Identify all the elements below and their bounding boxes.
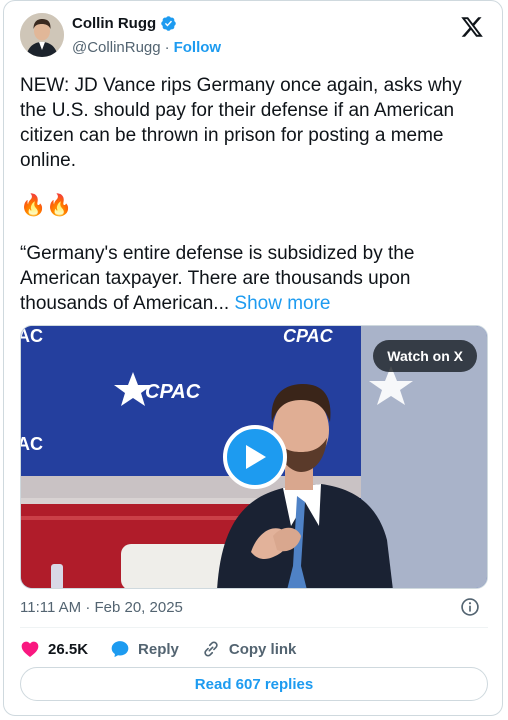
info-icon[interactable]: [460, 597, 480, 617]
tweet-quote: “Germany's entire defense is subsidized …: [20, 241, 488, 316]
link-icon: [204, 641, 218, 657]
show-more-link[interactable]: Show more: [234, 293, 330, 314]
author-name-row: Collin Rugg: [72, 15, 177, 32]
backdrop-fragment-top: AC: [21, 326, 43, 346]
author-name[interactable]: Collin Rugg: [72, 15, 156, 32]
watch-on-x-button[interactable]: Watch on X: [373, 340, 477, 372]
play-button[interactable]: [223, 425, 287, 489]
video-thumbnail[interactable]: CPAC AC AC CPAC Watch on X: [20, 325, 488, 589]
follow-button[interactable]: Follow: [174, 39, 222, 56]
reply-label: Reply: [138, 640, 179, 658]
avatar[interactable]: [20, 13, 64, 57]
action-bar: 26.5K Reply Copy link: [20, 637, 318, 661]
handle-separator: ·: [164, 39, 170, 56]
like-count: 26.5K: [48, 640, 89, 658]
reply-bubble-icon: [111, 641, 129, 658]
tweet-text: NEW: JD Vance rips Germany once again, a…: [20, 75, 468, 171]
heart-icon: [21, 641, 39, 657]
backdrop-fragment-left: AC: [21, 434, 43, 454]
copy-link-button[interactable]: Copy link: [201, 639, 297, 659]
read-replies-button[interactable]: Read 607 replies: [20, 667, 488, 701]
play-icon: [246, 445, 266, 469]
verified-badge-icon: [161, 16, 176, 31]
x-logo-icon[interactable]: [460, 15, 484, 39]
like-button[interactable]: 26.5K: [20, 639, 88, 659]
divider: [20, 627, 488, 628]
author-handle[interactable]: @CollinRugg: [72, 39, 161, 56]
fire-emoji: 🔥🔥: [20, 194, 73, 217]
author-handle-row: @CollinRugg · Follow: [72, 39, 221, 56]
backdrop-cpac-text: CPAC: [145, 381, 201, 403]
copy-link-label: Copy link: [228, 640, 297, 658]
reply-button[interactable]: Reply: [110, 639, 179, 659]
tweet-card: Collin Rugg @CollinRugg · Follow NEW: JD…: [3, 0, 503, 716]
tweet-timestamp[interactable]: 11:11 AM · Feb 20, 2025: [20, 599, 183, 616]
quote-text: “Germany's entire defense is subsidized …: [20, 243, 419, 314]
backdrop-cpac-top-text: CPAC: [283, 326, 334, 346]
